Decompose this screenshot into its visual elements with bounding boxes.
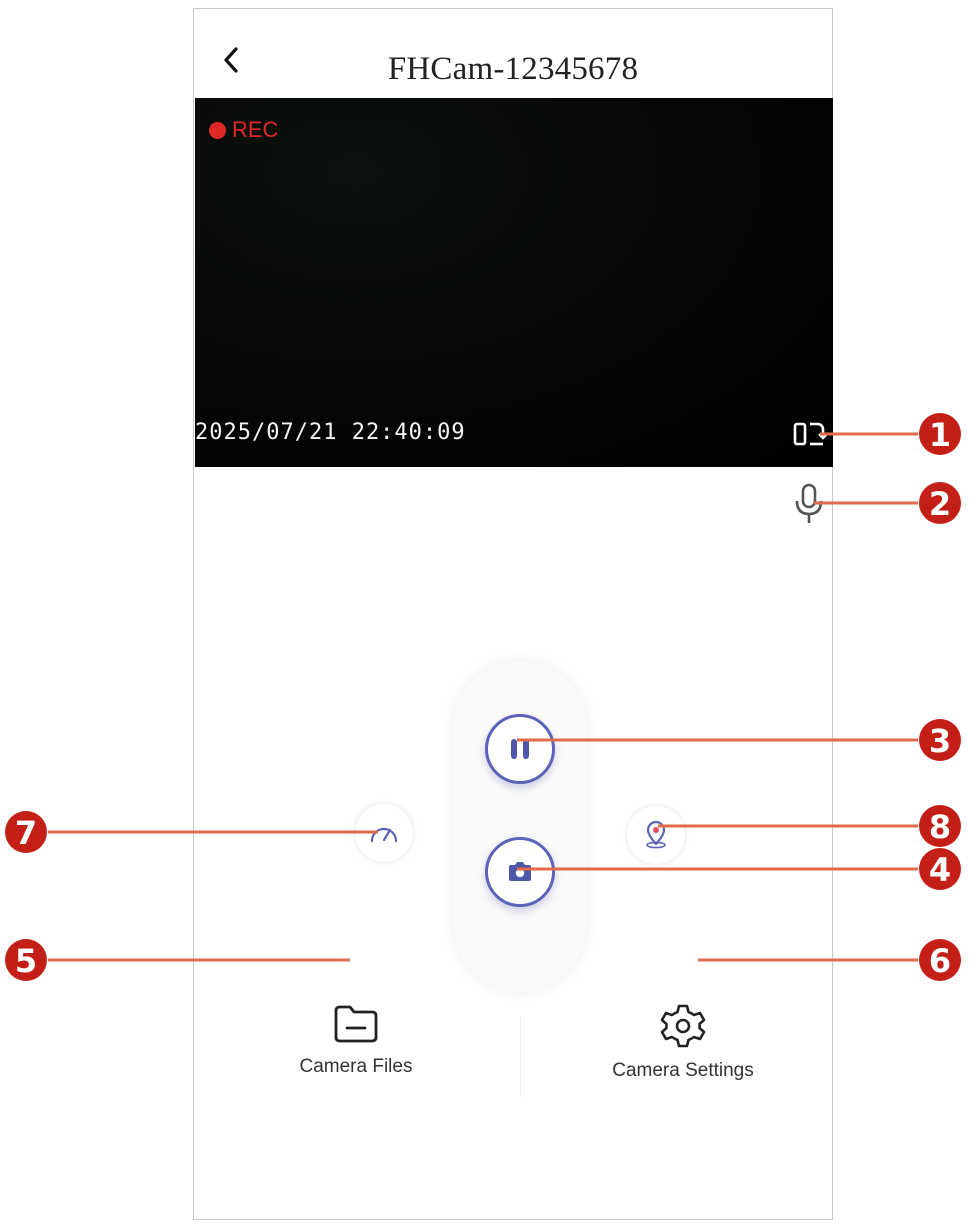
callout-7: 7 [5, 811, 47, 853]
svg-text:2: 2 [929, 485, 951, 523]
svg-text:5: 5 [15, 942, 37, 980]
svg-text:6: 6 [929, 942, 951, 980]
rotate-screen-button[interactable] [793, 419, 833, 451]
page-title: FHCam-12345678 [387, 51, 639, 87]
microphone-button[interactable] [792, 483, 826, 525]
callout-2: 2 [919, 482, 961, 524]
svg-text:7: 7 [15, 814, 37, 852]
rotate-screen-icon [793, 422, 828, 446]
camera-files-label: Camera Files [299, 1056, 413, 1077]
rec-indicator: REC [209, 117, 278, 143]
location-pin-icon [646, 820, 666, 849]
capture-controls-panel [452, 660, 588, 993]
location-button[interactable] [627, 806, 685, 864]
pause-record-button[interactable] [485, 714, 555, 784]
camera-settings-label: Camera Settings [612, 1060, 754, 1081]
svg-text:4: 4 [929, 851, 951, 889]
snapshot-button[interactable] [485, 837, 555, 907]
camera-settings-button[interactable]: Camera Settings [583, 1003, 783, 1082]
callout-3: 3 [919, 719, 961, 761]
app-screen: FHCam-12345678 REC 2025/07/21 22:40:09 C… [193, 8, 833, 1220]
live-video-view[interactable]: REC 2025/07/21 22:40:09 [195, 98, 833, 467]
callout-8: 8 [919, 805, 961, 847]
callout-1: 1 [919, 413, 961, 455]
svg-text:8: 8 [929, 808, 951, 846]
svg-text:3: 3 [929, 722, 951, 760]
gear-icon [660, 1004, 706, 1048]
folder-icon [334, 1005, 378, 1043]
pause-icon [511, 739, 529, 759]
callout-5: 5 [5, 939, 47, 981]
video-timestamp: 2025/07/21 22:40:09 [195, 420, 466, 445]
rec-dot-icon [209, 121, 226, 139]
speedometer-icon [370, 827, 398, 843]
speed-button[interactable] [355, 804, 413, 862]
callout-4: 4 [919, 848, 961, 890]
nav-divider [520, 1017, 521, 1097]
camera-icon [509, 862, 531, 881]
callout-6: 6 [919, 939, 961, 981]
rec-label: REC [232, 117, 279, 142]
camera-files-button[interactable]: Camera Files [256, 1003, 456, 1078]
svg-text:1: 1 [929, 416, 951, 454]
microphone-icon [795, 483, 823, 523]
